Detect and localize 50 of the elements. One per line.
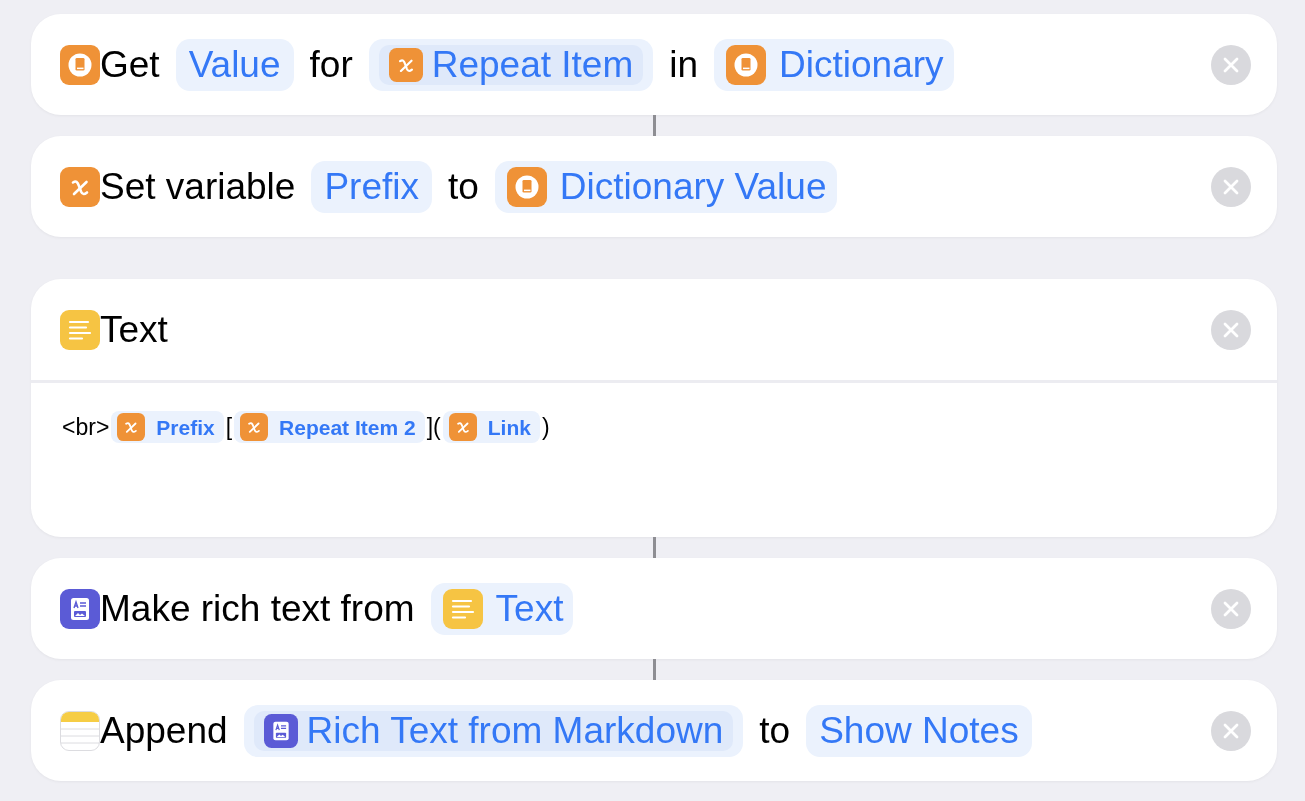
remove-button[interactable]	[1211, 588, 1251, 629]
variable-token[interactable]: Rich Text from Markdown	[253, 710, 734, 751]
variable-token[interactable]: Dictionary	[714, 38, 954, 91]
variable-token[interactable]: Prefix	[111, 411, 224, 443]
italic-x-icon	[388, 47, 423, 82]
italic-x-icon	[117, 413, 146, 441]
italic-x-icon	[240, 413, 269, 441]
text-lines-icon	[60, 309, 100, 350]
close-icon	[1223, 56, 1239, 73]
parameter-token[interactable]: Prefix	[311, 160, 432, 213]
italic-x-icon	[448, 413, 477, 441]
action-text: to	[759, 712, 791, 749]
text-field[interactable]: <br> Prefix [ Repeat Item 2 ]( Link )	[31, 383, 1277, 537]
action-text: Get	[100, 46, 160, 83]
action-text: to	[447, 168, 479, 205]
close-icon	[1223, 600, 1239, 617]
close-icon	[1223, 722, 1239, 739]
text-lines-icon	[442, 588, 483, 629]
action-text: in	[669, 46, 699, 83]
action-text: Set variable	[100, 168, 296, 205]
parameter-token[interactable]: Show Notes	[806, 704, 1032, 757]
book-icon	[506, 166, 547, 207]
remove-button[interactable]	[1211, 710, 1251, 751]
remove-button[interactable]	[1211, 309, 1251, 350]
action-text: Text	[100, 311, 168, 348]
close-icon	[1223, 178, 1239, 195]
parameter-slot[interactable]: Repeat Item	[368, 38, 654, 91]
parameter-token[interactable]: Value	[175, 38, 294, 91]
close-icon	[1223, 321, 1239, 338]
notepad-icon	[60, 710, 100, 751]
variable-token[interactable]: Dictionary Value	[494, 160, 837, 213]
variable-token[interactable]: Repeat Item	[378, 44, 644, 85]
action-text: Append	[100, 712, 228, 749]
variable-token[interactable]: Repeat Item 2	[234, 411, 425, 443]
action-text: for	[309, 46, 353, 83]
variable-token[interactable]: Link	[442, 411, 540, 443]
variable-token[interactable]: Text	[430, 582, 574, 635]
document-icon	[263, 713, 298, 748]
text-fragment: [	[225, 413, 233, 442]
document-icon	[60, 588, 100, 629]
remove-button[interactable]	[1211, 166, 1251, 207]
book-icon	[60, 44, 100, 85]
italic-x-icon	[60, 166, 100, 207]
action-text: Make rich text from	[100, 590, 415, 627]
book-icon	[726, 44, 767, 85]
text-fragment: <br>	[62, 413, 110, 442]
remove-button[interactable]	[1211, 44, 1251, 85]
text-fragment: )	[541, 413, 550, 442]
text-fragment: ](	[426, 413, 441, 442]
parameter-slot[interactable]: Rich Text from Markdown	[243, 704, 744, 757]
